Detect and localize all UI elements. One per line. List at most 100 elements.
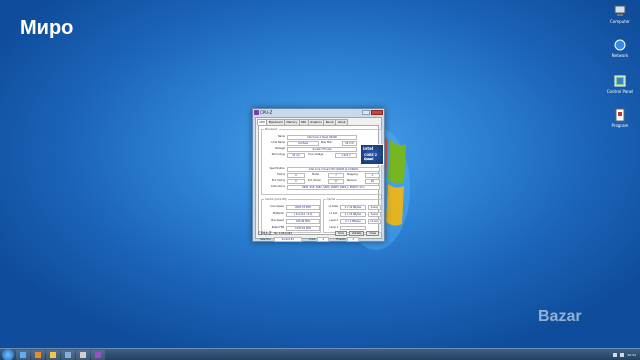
desktop-icon-label: Network [611,53,629,58]
taskbar-app[interactable] [76,349,90,360]
cpu-z-app-icon [254,110,259,115]
threads-label: Threads [335,238,346,241]
intel-inside-text: inside [364,158,372,161]
ext-model-value: 17 [328,179,344,184]
intel-core2-logo: intel CORE 2 Quad inside [360,144,384,165]
bottom-bar: CPU-Z Ver. 2.06.0.x64 Tools Validate Clo… [258,229,379,237]
window-client: CPU Mainboard Memory SPD Graphics Bench … [255,117,384,242]
threads-value: 4 [347,237,360,242]
tdp-value: 95.0 W [342,141,357,146]
taskbar-explorer[interactable] [16,349,30,360]
package-value: Socket 775 LGA [287,147,357,152]
cpu-z-window[interactable]: CPU-Z CPU Mainboard Memory SPD Graphics … [252,108,385,242]
desktop-icon-label: Control Panel [606,89,634,94]
stepping-value: A [365,173,380,178]
explorer-icon [20,351,26,358]
model-label: Model [312,173,320,176]
network-icon [614,39,626,51]
control-panel-icon [614,75,626,87]
media-icon [35,351,41,358]
family-value: 6 [287,173,305,178]
cpu-z-brand: CPU-Z [258,230,272,236]
stepping-label: Stepping [347,173,358,176]
level2-way: 12-way [368,219,381,224]
selection-dropdown[interactable]: Socket #1 [273,237,302,242]
name-value: Intel Core 2 Quad Q9400 [287,135,357,140]
desktop-icon-label: Program [611,123,629,128]
clocks-group: Clocks (Core #0) Core Speed 2003.33 MHz … [261,198,321,233]
l1-inst-value: 4 x 32 KBytes [340,212,366,217]
specification-value: Intel Core 2 Quad CPU Q9400 @ 2.66GHz [287,167,380,172]
system-tray: 20:32 [613,352,640,357]
model-value: 7 [328,173,344,178]
start-button[interactable] [2,348,14,360]
cpu-z-icon [95,351,101,358]
group-title: Processor [264,128,279,131]
group-title: Cache [326,198,337,201]
processor-group: Processor Name Intel Core 2 Quad Q9400 C… [261,128,384,195]
app-icon [65,351,71,358]
cache-group: Cache L1 Data 4 x 32 KBytes 8-way L1 Ins… [323,198,382,233]
minimize-button[interactable] [362,110,370,115]
close-window-button[interactable] [371,110,383,115]
technology-label: Technology [271,153,285,156]
group-title: Clocks (Core #0) [264,198,288,201]
overlay-title: Миро [20,17,74,39]
family-label: Family [277,173,285,176]
ext-family-value: 6 [287,179,305,184]
tab-strip: CPU Mainboard Memory SPD Graphics Bench … [256,118,381,125]
selection-row: Selection Socket #1 Cores 4 Threads 4 [260,237,360,242]
desktop: { "overlay_title":"Миро", "desktop_icons… [0,0,640,360]
taskbar: 20:32 [0,348,640,360]
multiplier-value: x 6.0 (6.0 - 8.0) [286,212,320,217]
taskbar-app[interactable] [61,349,75,360]
cores-label: Cores [308,238,316,241]
instructions-label: Instructions [270,185,285,188]
selection-label: Selection [260,238,272,241]
computer-icon [614,5,626,16]
taskbar-media[interactable] [31,349,45,360]
taskbar-folder[interactable] [46,349,60,360]
title-bar[interactable]: CPU-Z [253,109,384,116]
folder-icon [50,351,56,358]
code-name-label: Code Name [271,141,285,144]
voltage-value: 1.224 V [335,153,357,158]
taskbar-cpu-z[interactable] [91,349,105,360]
network-tray-icon[interactable] [613,352,618,357]
tools-button[interactable]: Tools [334,230,347,236]
technology-value: 45 nm [287,153,305,158]
ext-model-label: Ext. Model [308,179,321,182]
desktop-icon-network[interactable]: Network [600,38,640,58]
cores-value: 4 [317,237,330,242]
package-label: Package [275,147,285,150]
core-speed-value: 2003.33 MHz [286,205,320,210]
bus-speed-value: 333.89 MHz [286,219,320,224]
l1-inst-label: L1 Inst. [329,212,338,215]
watermark-logo: Bazar [538,308,582,325]
desktop-icon-control-panel[interactable]: Control Panel [600,74,640,94]
app-icon [80,351,86,358]
instructions-value: MMX, SSE, SSE2, SSE3, SSSE3, SSE4.1, EM6… [287,185,380,190]
l1-data-label: L1 Data [328,205,338,208]
code-name-value: Yorkfield [287,141,319,146]
revision-label: Revision [347,179,357,182]
intel-logo-text: intel [363,146,374,151]
cpu-tab-pane: Processor Name Intel Core 2 Quad Q9400 C… [258,125,384,235]
volume-icon[interactable] [620,352,625,357]
multiplier-label: Multiplier [272,212,284,215]
desktop-icon-computer[interactable]: Computer [600,4,640,24]
clock[interactable]: 20:32 [627,353,636,357]
desktop-icon-label: Computer [610,19,630,24]
validate-button[interactable]: Validate [348,230,365,236]
core-speed-label: Core Speed [270,205,284,208]
desktop-icon-program[interactable]: Program [600,108,640,128]
voltage-label: Core Voltage [308,153,324,156]
window-title: CPU-Z [260,110,273,115]
l1-data-way: 8-way [368,205,381,210]
level2-value: 2 x 3 MBytes [340,219,366,224]
version-text: Ver. 2.06.0.x64 [273,231,292,235]
program-icon [615,108,625,122]
close-button[interactable]: Close [366,230,379,236]
specification-label: Specification [269,167,285,170]
tdp-label: Max TDP [321,141,332,144]
